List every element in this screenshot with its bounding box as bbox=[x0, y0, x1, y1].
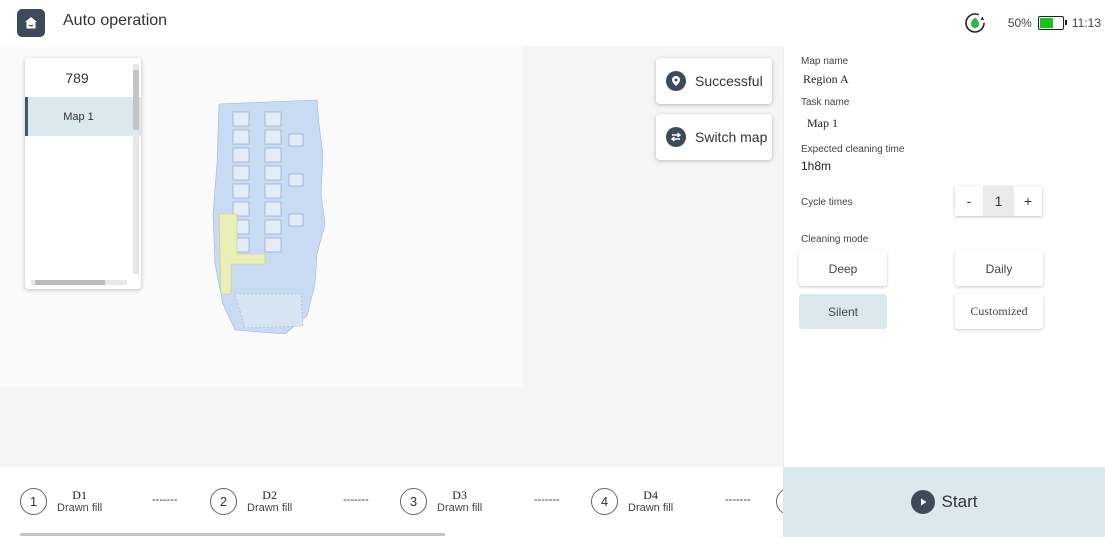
map-name-value: Region A bbox=[803, 72, 849, 86]
clock: 11:13 bbox=[1071, 16, 1101, 30]
step-code: D4 bbox=[643, 487, 658, 502]
step-item[interactable]: 4 D4 Drawn fill bbox=[591, 488, 673, 515]
cycle-times-stepper[interactable]: - 1 + bbox=[955, 186, 1042, 216]
step-connector: ------- bbox=[152, 494, 178, 506]
cycle-decrement-button[interactable]: - bbox=[955, 186, 983, 216]
task-name-label: Task name bbox=[801, 97, 850, 108]
vertical-scrollbar-thumb[interactable] bbox=[133, 70, 139, 130]
start-label: Start bbox=[941, 492, 978, 511]
play-icon bbox=[910, 490, 935, 514]
step-connector: ------- bbox=[725, 494, 751, 506]
step-desc: Drawn fill bbox=[57, 501, 103, 514]
step-next-circle-partial[interactable] bbox=[776, 488, 783, 515]
cycle-times-value[interactable]: 1 bbox=[983, 186, 1014, 216]
step-connector: ------- bbox=[534, 494, 560, 506]
step-item[interactable]: 1 D1 Drawn fill bbox=[20, 488, 102, 515]
floor-map-image bbox=[212, 99, 326, 335]
map-list-item[interactable]: 789 bbox=[25, 58, 141, 97]
switch-arrows-icon bbox=[666, 127, 686, 147]
map-list[interactable]: 789 Map 1 bbox=[25, 58, 141, 289]
map-list-item-selected[interactable]: Map 1 bbox=[25, 97, 141, 136]
cleaning-mode-label: Cleaning mode bbox=[801, 234, 869, 245]
switch-map-button[interactable]: Switch map bbox=[656, 114, 772, 160]
step-code: D3 bbox=[452, 487, 467, 502]
task-steps-bar[interactable]: 1 D1 Drawn fill ------- 2 D2 Drawn fill … bbox=[0, 467, 783, 537]
successful-button[interactable]: Successful bbox=[656, 58, 772, 104]
step-number: 1 bbox=[20, 488, 47, 515]
step-code: D2 bbox=[262, 487, 277, 502]
home-button[interactable] bbox=[17, 9, 45, 37]
top-bar: Auto operation 50% 11:13 bbox=[0, 0, 1105, 46]
map-name-label: Map name bbox=[801, 56, 849, 67]
step-item[interactable]: 2 D2 Drawn fill bbox=[210, 488, 292, 515]
step-desc: Drawn fill bbox=[247, 501, 293, 514]
network-status-icon bbox=[965, 13, 985, 33]
task-name-value: Map 1 bbox=[807, 116, 838, 130]
steps-horizontal-scrollbar[interactable] bbox=[20, 533, 445, 536]
step-desc: Drawn fill bbox=[437, 501, 483, 514]
step-item[interactable]: 3 D3 Drawn fill bbox=[400, 488, 482, 515]
step-number: 4 bbox=[591, 488, 618, 515]
map-area[interactable]: 789 Map 1 Successful Switch map bbox=[0, 46, 783, 467]
step-desc: Drawn fill bbox=[628, 501, 674, 514]
mode-deep-button[interactable]: Deep bbox=[799, 251, 887, 286]
start-button[interactable]: Start bbox=[783, 467, 1105, 537]
switch-map-label: Switch map bbox=[695, 129, 768, 145]
step-number: 2 bbox=[210, 488, 237, 515]
status-area: 50% 11:13 bbox=[964, 0, 1105, 46]
expected-time-value: 1h8m bbox=[801, 159, 832, 173]
mode-daily-button[interactable]: Daily bbox=[955, 251, 1043, 286]
battery-fill bbox=[1039, 18, 1054, 28]
location-pin-icon bbox=[666, 71, 686, 91]
home-icon bbox=[25, 17, 37, 29]
step-connector: ------- bbox=[343, 494, 369, 506]
battery-percent: 50% bbox=[1007, 16, 1032, 30]
horizontal-scrollbar-thumb[interactable] bbox=[35, 280, 105, 285]
mode-customized-button[interactable]: Customized bbox=[955, 294, 1043, 329]
mode-silent-button[interactable]: Silent bbox=[799, 294, 887, 329]
task-details-panel: Map name Region A Task name Map 1 Expect… bbox=[783, 46, 1105, 467]
battery-icon bbox=[1037, 16, 1067, 30]
cycle-times-label: Cycle times bbox=[801, 197, 853, 208]
expected-time-label: Expected cleaning time bbox=[801, 144, 905, 155]
cycle-increment-button[interactable]: + bbox=[1014, 186, 1042, 216]
page-title: Auto operation bbox=[63, 12, 168, 29]
step-number: 3 bbox=[400, 488, 427, 515]
step-code: D1 bbox=[72, 487, 87, 502]
successful-label: Successful bbox=[695, 73, 763, 89]
